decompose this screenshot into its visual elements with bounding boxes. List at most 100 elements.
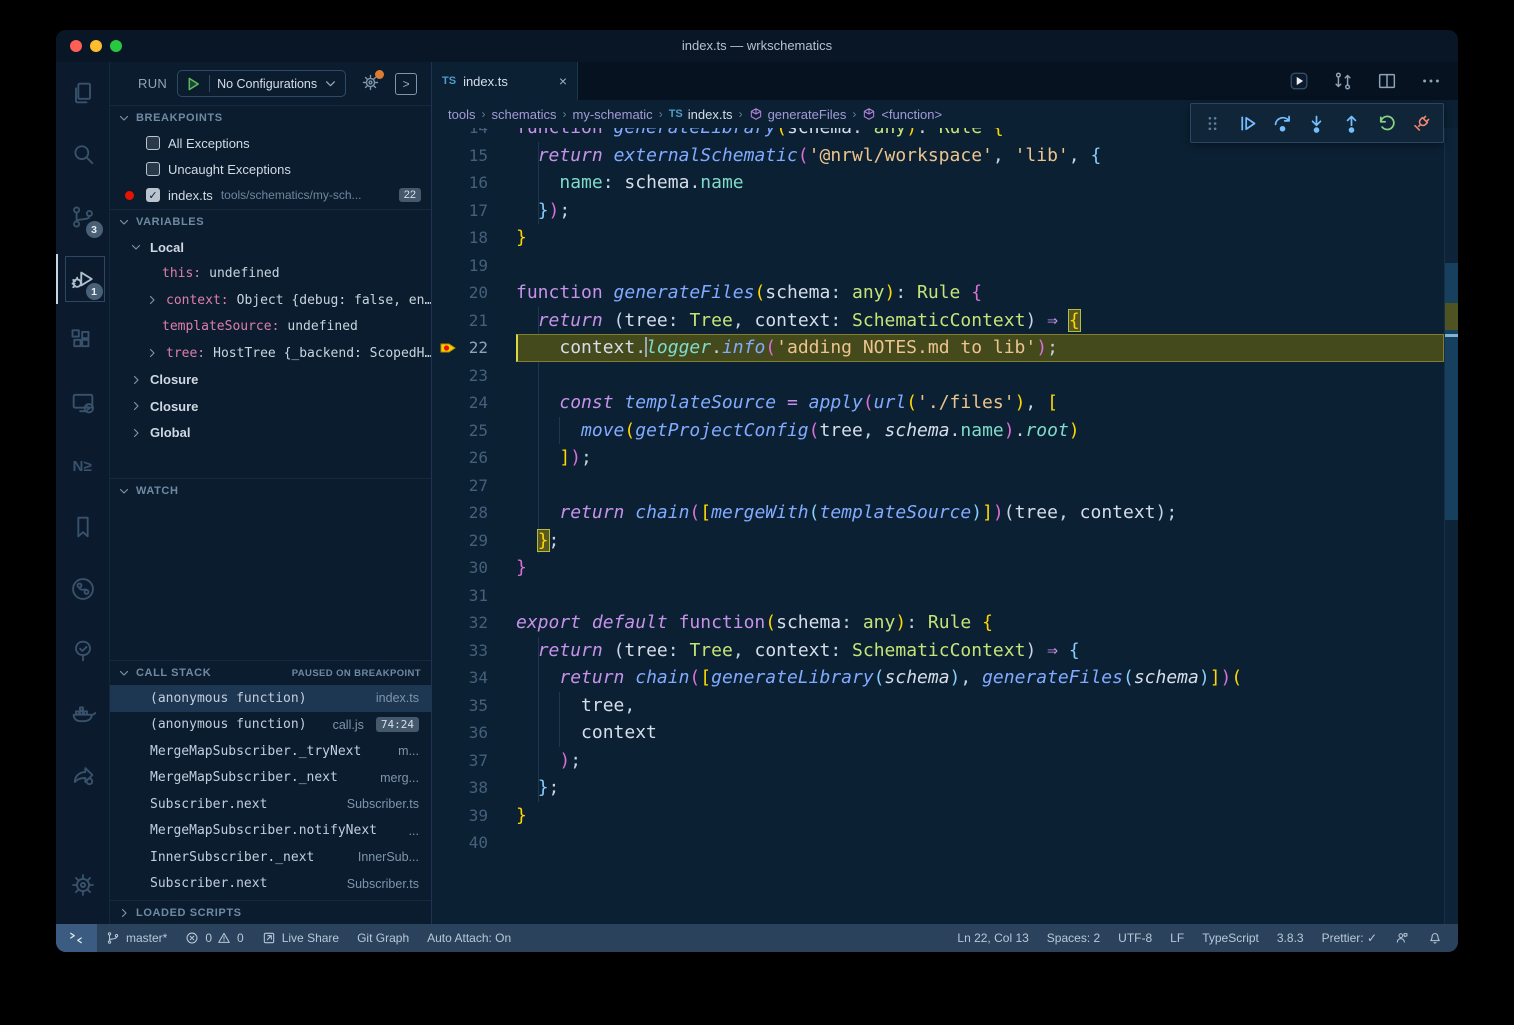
- line-number[interactable]: 14: [432, 128, 488, 142]
- status-eol[interactable]: LF: [1161, 924, 1193, 952]
- line-number[interactable]: 38: [432, 774, 488, 802]
- activity-bar-item-git-graph[interactable]: [56, 558, 110, 620]
- code-line-35[interactable]: 35 tree,: [432, 692, 1458, 720]
- breakpoint-row[interactable]: ✓index.tstools/schematics/my-sch...22: [110, 182, 431, 208]
- activity-bar-item-settings[interactable]: [56, 854, 110, 916]
- line-number[interactable]: 39: [432, 802, 488, 830]
- status-prettier[interactable]: Prettier: ✓: [1313, 924, 1386, 952]
- debug-console-button[interactable]: >: [395, 73, 417, 95]
- line-number[interactable]: 24: [432, 389, 488, 417]
- code-line-25[interactable]: 25 move(getProjectConfig(tree, schema.na…: [432, 417, 1458, 445]
- breadcrumb-item-6[interactable]: <function>: [862, 107, 942, 122]
- line-number[interactable]: 28: [432, 499, 488, 527]
- variable-context[interactable]: context:Object {debug: false, en…: [110, 287, 431, 314]
- code-line-19[interactable]: 19: [432, 252, 1458, 280]
- run-code-icon[interactable]: [1288, 70, 1310, 92]
- activity-bar-item-extensions[interactable]: [56, 310, 110, 372]
- breakpoint-row[interactable]: Uncaught Exceptions: [110, 156, 431, 182]
- call-stack-frame[interactable]: MergeMapSubscriber._nextmerg...: [110, 765, 431, 792]
- tab-index-ts[interactable]: TS index.ts ×: [432, 62, 578, 100]
- configure-gear-button[interactable]: [360, 72, 381, 96]
- variables-scope-closure[interactable]: Closure: [110, 393, 431, 420]
- activity-bar-item-run-debug[interactable]: 1: [56, 248, 110, 310]
- code-line-34[interactable]: 34 return chain([generateLibrary(schema)…: [432, 664, 1458, 692]
- status-feedback[interactable]: [1386, 924, 1419, 952]
- code-line-18[interactable]: 18}: [432, 224, 1458, 252]
- code-line-27[interactable]: 27: [432, 472, 1458, 500]
- line-number[interactable]: 25: [432, 417, 488, 445]
- status-problems[interactable]: 00: [176, 924, 252, 952]
- code-line-16[interactable]: 16 name: schema.name: [432, 169, 1458, 197]
- status-live-share[interactable]: Live Share: [253, 924, 348, 952]
- code-line-38[interactable]: 38 };: [432, 774, 1458, 802]
- variable-tree[interactable]: tree:HostTree {_backend: ScopedH…: [110, 340, 431, 367]
- code-line-22[interactable]: 22 context.logger.info('adding NOTES.md …: [432, 334, 1458, 362]
- step-over-icon[interactable]: [1272, 113, 1293, 134]
- step-into-icon[interactable]: [1306, 113, 1327, 134]
- line-number[interactable]: 37: [432, 747, 488, 775]
- line-number[interactable]: 17: [432, 197, 488, 225]
- call-stack-frame[interactable]: InnerSubscriber._nextInnerSub...: [110, 844, 431, 871]
- code-line-37[interactable]: 37 );: [432, 747, 1458, 775]
- line-number[interactable]: 40: [432, 829, 488, 857]
- code-line-39[interactable]: 39}: [432, 802, 1458, 830]
- line-number[interactable]: 34: [432, 664, 488, 692]
- compare-changes-icon[interactable]: [1332, 70, 1354, 92]
- variable-templateSource[interactable]: templateSource:undefined: [110, 314, 431, 341]
- activity-bar-item-remote-explorer[interactable]: [56, 372, 110, 434]
- continue-icon[interactable]: [1237, 113, 1258, 134]
- breadcrumb-item-2[interactable]: schematics: [491, 107, 556, 122]
- call-stack-frame[interactable]: Subscriber.nextSubscriber.ts: [110, 791, 431, 818]
- breakpoint-row[interactable]: All Exceptions: [110, 130, 431, 156]
- code-line-33[interactable]: 33 return (tree: Tree, context: Schemati…: [432, 637, 1458, 665]
- breakpoint-checkbox[interactable]: [146, 136, 160, 150]
- more-actions-icon[interactable]: [1420, 70, 1442, 92]
- status-remote-indicator[interactable]: [56, 924, 97, 952]
- activity-bar-item-nx-console[interactable]: N≥: [56, 434, 110, 496]
- code-line-17[interactable]: 17 });: [432, 197, 1458, 225]
- variable-this[interactable]: this:undefined: [110, 261, 431, 288]
- variables-scope-closure[interactable]: Closure: [110, 367, 431, 394]
- activity-bar-item-files[interactable]: [56, 62, 110, 124]
- start-debug-icon[interactable]: [184, 75, 202, 93]
- line-number[interactable]: 16: [432, 169, 488, 197]
- drag-handle-icon[interactable]: [1202, 113, 1223, 134]
- breakpoints-header[interactable]: BREAKPOINTS: [110, 106, 431, 130]
- status-git-branch[interactable]: master*: [97, 924, 176, 952]
- split-editor-icon[interactable]: [1376, 70, 1398, 92]
- activity-bar-item-source-control[interactable]: 3: [56, 186, 110, 248]
- call-stack-header[interactable]: CALL STACK PAUSED ON BREAKPOINT: [110, 661, 431, 685]
- disconnect-icon[interactable]: [1411, 113, 1432, 134]
- activity-bar-item-docker[interactable]: [56, 682, 110, 744]
- code-line-20[interactable]: 20function generateFiles(schema: any): R…: [432, 279, 1458, 307]
- line-number[interactable]: 26: [432, 444, 488, 472]
- line-number[interactable]: 21: [432, 307, 488, 335]
- call-stack-frame[interactable]: (anonymous function)call.js74:24: [110, 712, 431, 739]
- line-number[interactable]: 23: [432, 362, 488, 390]
- line-number[interactable]: 32: [432, 609, 488, 637]
- code-line-28[interactable]: 28 return chain([mergeWith(templateSourc…: [432, 499, 1458, 527]
- code-line-21[interactable]: 21 return (tree: Tree, context: Schemati…: [432, 307, 1458, 335]
- code-line-15[interactable]: 15 return externalSchematic('@nrwl/works…: [432, 142, 1458, 170]
- breakpoint-checkbox[interactable]: [146, 162, 160, 176]
- overview-ruler-scrollbar[interactable]: [1444, 128, 1458, 924]
- line-number[interactable]: 19: [432, 252, 488, 280]
- activity-bar-item-test-explorer[interactable]: [56, 620, 110, 682]
- code-line-36[interactable]: 36 context: [432, 719, 1458, 747]
- line-number[interactable]: 29: [432, 527, 488, 555]
- activity-bar-item-bookmarks[interactable]: [56, 496, 110, 558]
- status-language-mode[interactable]: TypeScript: [1193, 924, 1268, 952]
- line-number[interactable]: 33: [432, 637, 488, 665]
- variables-scope-local[interactable]: Local: [110, 234, 431, 261]
- code-line-32[interactable]: 32export default function(schema: any): …: [432, 609, 1458, 637]
- line-number[interactable]: 20: [432, 279, 488, 307]
- watch-header[interactable]: WATCH: [110, 479, 431, 503]
- code-line-29[interactable]: 29 };: [432, 527, 1458, 555]
- code-area[interactable]: 14function generateLibrary(schema: any):…: [432, 128, 1458, 924]
- paused-breakpoint-arrow-icon[interactable]: [440, 340, 458, 361]
- status-auto-attach[interactable]: Auto Attach: On: [418, 924, 520, 952]
- call-stack-frame[interactable]: (anonymous function)index.ts: [110, 685, 431, 712]
- line-number[interactable]: 18: [432, 224, 488, 252]
- close-tab-icon[interactable]: ×: [559, 73, 567, 89]
- line-number[interactable]: 15: [432, 142, 488, 170]
